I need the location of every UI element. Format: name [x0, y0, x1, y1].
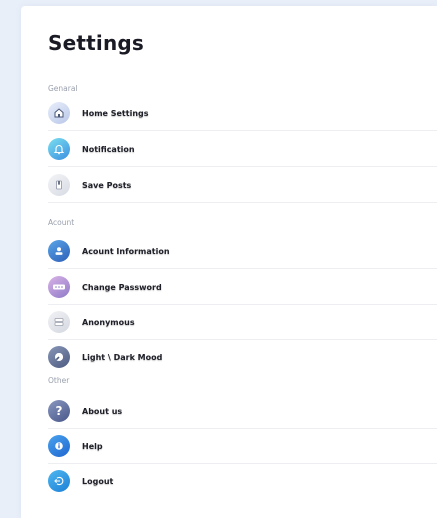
settings-panel: Settings Genaral Home Settings Notificat…	[21, 6, 437, 518]
menu-item-change-password[interactable]: Change Password	[48, 269, 437, 305]
contrast-icon	[48, 346, 70, 368]
menu-item-label: Acount Information	[82, 246, 170, 256]
menu-item-label: About us	[82, 406, 123, 416]
menu-item-label: Notification	[82, 144, 135, 154]
menu-item-save-posts[interactable]: Save Posts	[48, 167, 437, 203]
menu-item-help[interactable]: Help	[48, 428, 437, 464]
info-icon	[48, 435, 70, 457]
password-icon	[48, 276, 70, 298]
anonymous-icon	[48, 311, 70, 333]
question-icon: ?	[48, 400, 70, 422]
home-icon	[48, 102, 70, 124]
menu-item-label: Light \ Dark Mood	[82, 352, 163, 362]
user-icon	[48, 240, 70, 262]
menu-item-anonymous[interactable]: Anonymous	[48, 304, 437, 340]
menu-item-account-information[interactable]: Acount Information	[48, 233, 437, 269]
menu-item-label: Anonymous	[82, 317, 135, 327]
menu-item-notification[interactable]: Notification	[48, 131, 437, 167]
section-other-label: Other	[48, 376, 70, 385]
bell-icon	[48, 138, 70, 160]
menu-item-logout[interactable]: Logout	[48, 463, 437, 499]
section-account-label: Acount	[48, 218, 75, 227]
menu-item-label: Help	[82, 441, 103, 451]
menu-item-label: Save Posts	[82, 180, 132, 190]
menu-item-about-us[interactable]: ? About us	[48, 393, 437, 429]
menu-item-home-settings[interactable]: Home Settings	[48, 95, 437, 131]
menu-item-label: Change Password	[82, 282, 162, 292]
page-title: Settings	[48, 31, 145, 55]
menu-item-light-dark-mode[interactable]: Light \ Dark Mood	[48, 339, 437, 375]
section-general-label: Genaral	[48, 84, 78, 93]
bookmark-icon	[48, 174, 70, 196]
menu-item-label: Home Settings	[82, 108, 149, 118]
menu-item-label: Logout	[82, 476, 114, 486]
logout-icon	[48, 470, 70, 492]
